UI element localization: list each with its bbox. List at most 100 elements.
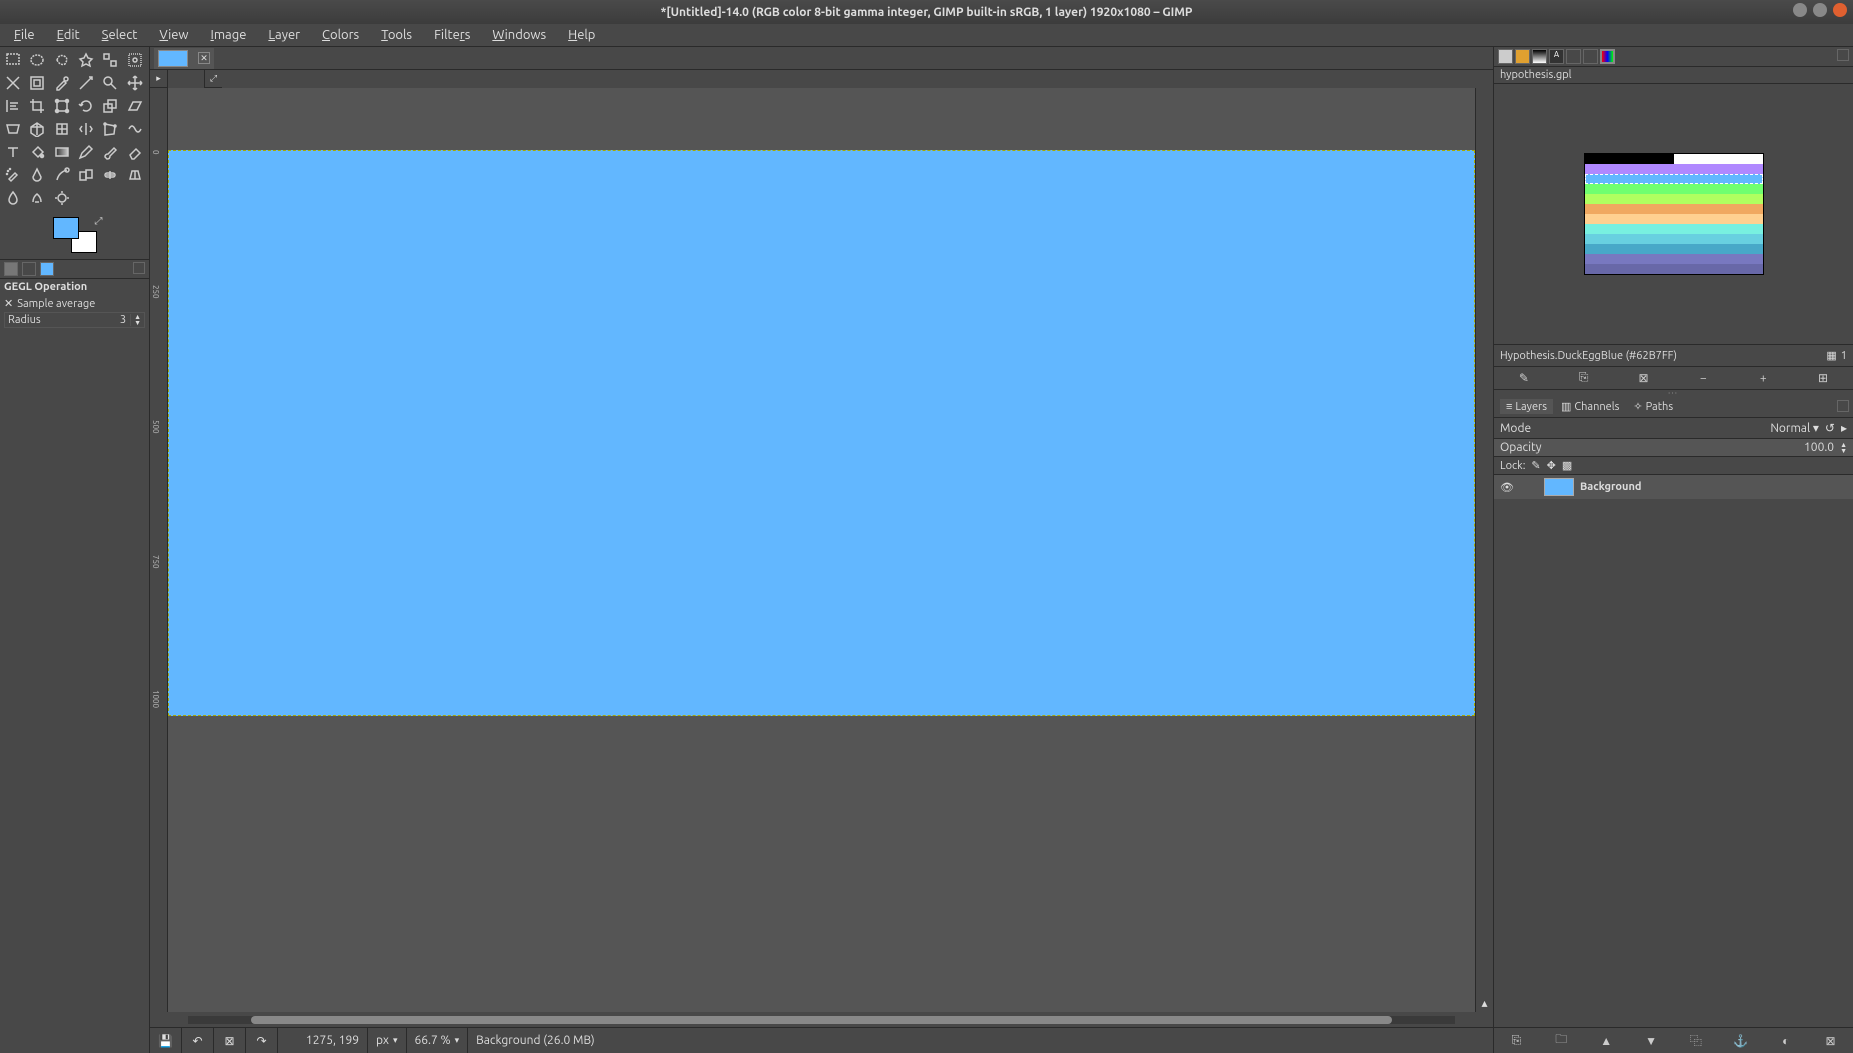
palette-color[interactable] [1585, 184, 1763, 194]
tool-paths[interactable] [26, 72, 48, 94]
tool-move[interactable] [124, 72, 146, 94]
palette-color[interactable] [1674, 154, 1763, 164]
cancel-icon[interactable]: ⊠ [214, 1028, 246, 1053]
sample-average-checkbox[interactable]: ✕ Sample average [4, 297, 145, 310]
palette-color[interactable] [1585, 174, 1763, 184]
visibility-icon[interactable]: 👁 [1500, 481, 1514, 494]
tool-eraser[interactable] [124, 141, 146, 163]
tool-flip[interactable] [75, 118, 97, 140]
tool-foreground-select[interactable] [2, 72, 24, 94]
mode-dropdown[interactable]: Normal ▾ [1770, 421, 1819, 435]
edit-palette-icon[interactable]: ✎ [1514, 369, 1534, 387]
menu-help[interactable]: Help [560, 26, 603, 44]
mask-layer-icon[interactable]: ◐ [1776, 1032, 1796, 1050]
redo-icon[interactable]: ↷ [246, 1028, 278, 1053]
menu-view[interactable]: View [151, 26, 196, 44]
raise-layer-icon[interactable]: ▲ [1596, 1032, 1616, 1050]
brushes-tab-icon[interactable] [1498, 49, 1513, 64]
opacity-spinner[interactable]: ▲▼ [1836, 442, 1847, 454]
palette-color[interactable] [1585, 234, 1763, 244]
palette-color[interactable] [1585, 244, 1763, 254]
menu-image[interactable]: Image [203, 26, 255, 44]
tool-warp[interactable] [124, 118, 146, 140]
tool-rect-select[interactable] [2, 49, 24, 71]
palette-color[interactable] [1585, 164, 1763, 174]
radius-field[interactable]: Radius 3 ▲▼ [4, 312, 145, 328]
horizontal-scrollbar[interactable] [186, 1012, 1457, 1027]
palette-color[interactable] [1585, 194, 1763, 204]
lock-position-icon[interactable]: ✥ [1547, 459, 1556, 472]
layer-item[interactable]: 👁 Background [1494, 475, 1853, 499]
mode-reset-icon[interactable]: ↺ [1825, 421, 1835, 435]
duplicate-layer-icon[interactable]: ⿻ [1686, 1032, 1706, 1050]
palette-color[interactable] [1585, 154, 1674, 164]
tool-align[interactable] [2, 95, 24, 117]
tool-shear[interactable] [124, 95, 146, 117]
tool-heal[interactable] [99, 164, 121, 186]
mode-menu-icon[interactable]: ▸ [1841, 421, 1847, 435]
lock-alpha-icon[interactable]: ▩ [1562, 459, 1572, 472]
menu-layer[interactable]: Layer [260, 26, 308, 44]
tool-blur[interactable] [2, 187, 24, 209]
tool-crop[interactable] [26, 95, 48, 117]
palette-color[interactable] [1585, 204, 1763, 214]
canvas-viewport[interactable] [168, 88, 1475, 1012]
tool-ink[interactable] [26, 164, 48, 186]
history-tab-icon[interactable] [1566, 49, 1581, 64]
tool-free-select[interactable] [51, 49, 73, 71]
palette-columns[interactable]: 1 [1841, 350, 1847, 362]
vertical-scrollbar[interactable]: ▴ [1475, 88, 1493, 1012]
tool-fuzzy-select[interactable] [75, 49, 97, 71]
new-layer-icon[interactable]: ⎘ [1506, 1032, 1526, 1050]
zoom-out-icon[interactable]: − [1693, 369, 1713, 387]
palette-color[interactable] [1585, 224, 1763, 234]
menu-colors[interactable]: Colors [314, 26, 367, 44]
patterns-tab-icon[interactable] [1515, 49, 1530, 64]
merge-down-icon[interactable]: ⚓ [1731, 1032, 1751, 1050]
palette-view[interactable] [1494, 84, 1853, 344]
tool-text[interactable] [2, 141, 24, 163]
navigation-icon[interactable]: ▴ [1476, 994, 1493, 1012]
tool-scale[interactable] [99, 95, 121, 117]
undo-icon[interactable]: ↶ [182, 1028, 214, 1053]
vertical-ruler[interactable]: 02505007501000 [150, 88, 168, 1012]
menu-windows[interactable]: Windows [484, 26, 554, 44]
tool-perspective[interactable] [2, 118, 24, 140]
palette-color[interactable] [1585, 214, 1763, 224]
tool-zoom[interactable] [99, 72, 121, 94]
tool-gradient[interactable] [51, 141, 73, 163]
menu-select[interactable]: Select [94, 26, 146, 44]
tab-paths[interactable]: ✧Paths [1627, 399, 1679, 414]
maximize-button[interactable] [1813, 3, 1827, 17]
tool-cage[interactable] [99, 118, 121, 140]
tool-perspective-clone[interactable] [124, 164, 146, 186]
tool-pencil[interactable] [75, 141, 97, 163]
tool-unified-transform[interactable] [51, 95, 73, 117]
tool-paintbrush[interactable] [99, 141, 121, 163]
zoom-dropdown[interactable]: 66.7 % [407, 1028, 469, 1053]
zoom-all-icon[interactable]: ⊞ [1813, 369, 1833, 387]
tool-ellipse-select[interactable] [26, 49, 48, 71]
tab-channels[interactable]: ▥Channels [1555, 399, 1625, 414]
menu-filters[interactable]: Filters [426, 26, 478, 44]
detach-tab-icon[interactable] [133, 262, 145, 274]
fonts-tab-icon[interactable]: A [1549, 49, 1564, 64]
zoom-in-icon[interactable]: + [1753, 369, 1773, 387]
grid-icon[interactable]: ▦ [1826, 349, 1836, 362]
foreground-color[interactable] [53, 217, 79, 239]
palette-color[interactable] [1585, 254, 1763, 264]
image-tab-close-icon[interactable]: ✕ [198, 52, 210, 64]
menu-file[interactable]: File [6, 26, 43, 44]
gradients-tab-icon[interactable] [1532, 49, 1547, 64]
tool-rotate[interactable] [75, 95, 97, 117]
lower-layer-icon[interactable]: ▼ [1641, 1032, 1661, 1050]
tool-mypaint[interactable] [51, 164, 73, 186]
tool-color-picker[interactable] [51, 72, 73, 94]
device-status-tab-icon[interactable] [22, 262, 36, 276]
tool-options-tab-icon[interactable] [4, 262, 18, 276]
tool-scissors[interactable] [124, 49, 146, 71]
tool-measure[interactable] [75, 72, 97, 94]
tool-by-color-select[interactable] [99, 49, 121, 71]
menu-edit[interactable]: Edit [49, 26, 88, 44]
tool-dodge[interactable] [51, 187, 73, 209]
